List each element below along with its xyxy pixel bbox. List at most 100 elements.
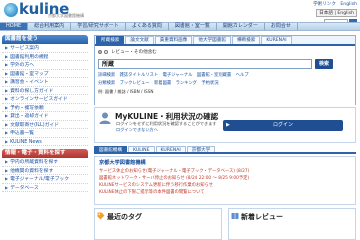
- radio-selected[interactable]: [98, 49, 102, 54]
- news-tab-kurenai[interactable]: KURENAI: [155, 146, 186, 153]
- search-input[interactable]: 所蔵: [98, 59, 312, 69]
- sidebar-item-label: サービス案内: [10, 46, 39, 51]
- tag-icon: [97, 212, 105, 220]
- arrow-icon: ▶: [5, 176, 9, 181]
- search-example: 例: 図書 / 雑誌 / ISBN / ISSN: [98, 89, 154, 94]
- sidebar-item-label: 申込書一覧: [10, 131, 35, 136]
- sidebar-item-howto[interactable]: ▶ 資料の探し方ガイド: [2, 86, 88, 95]
- sidebar-item-label: 電子ジャーナル/電子ブック: [10, 177, 70, 182]
- radio-option[interactable]: [104, 49, 109, 54]
- link-book-review[interactable]: ブックレビュー: [120, 81, 150, 86]
- sidebar-item-database[interactable]: ▶ データベース: [2, 183, 88, 192]
- new-reviews-box: 新着レビュー: [228, 208, 356, 240]
- sidebar-item-label: 予約・複写依頼: [10, 105, 44, 111]
- user-icon: [99, 112, 111, 124]
- nav-home[interactable]: HOME: [0, 23, 29, 30]
- arrow-icon: ▶: [5, 53, 9, 59]
- sidebar-item-loan[interactable]: ▶ 貸出・返却ガイド: [2, 112, 88, 121]
- tab-rare[interactable]: 貴重資料画像: [154, 36, 193, 44]
- arrow-icon: ▶: [5, 79, 9, 84]
- login-button[interactable]: ▶ ログイン: [223, 120, 343, 131]
- arrow-icon: ▶: [5, 62, 9, 67]
- global-nav: HOME 総合利用案内 学習/研究サポート よくある質問 図書館・室一覧 開館カ…: [0, 22, 360, 31]
- news-heading[interactable]: 京都大学図書館機構: [99, 159, 146, 166]
- tab-kurenai[interactable]: KURENAI: [261, 36, 292, 44]
- tab-articles[interactable]: 論文文献: [125, 36, 154, 44]
- sidebar-item-campus[interactable]: ▶ 学内の所蔵資料を探す: [2, 158, 88, 167]
- search-filter-links: 分類検索 ブックレビュー 新着図書 ランキング 予約状況: [98, 80, 222, 86]
- nav-calendar[interactable]: 開館カレンダー: [217, 23, 265, 30]
- tab-cross[interactable]: 横断検索: [231, 36, 261, 44]
- link-advanced-search[interactable]: 詳細検索: [98, 73, 115, 78]
- sidebar-item-label: 貸出・返却ガイド: [10, 114, 49, 119]
- arrow-right-icon: ▶: [226, 122, 230, 128]
- sidebar-item-ejournal[interactable]: ▶ 電子ジャーナル/電子ブック: [2, 175, 88, 184]
- arrow-icon: ▶: [5, 96, 9, 101]
- search-button[interactable]: 検索: [315, 59, 333, 69]
- header-links: 学術リンク English: [310, 1, 357, 7]
- sidebar-item-map[interactable]: ▶ 図書館・室マップ: [2, 69, 88, 78]
- logo-subtitle: 京都大学図書館機構: [48, 13, 84, 18]
- sidebar-item-other[interactable]: ▶ 他機関の資料を探す: [2, 166, 88, 175]
- link-ranking[interactable]: ランキング: [176, 81, 197, 86]
- sidebar-item-label: 資料の探し方ガイド: [10, 88, 54, 94]
- recent-tags-title: 最近のタグ: [107, 213, 142, 221]
- sidebar-item-label: 図書館利用の規程: [10, 54, 49, 60]
- sidebar-item-visitors[interactable]: ▶ 学外の方へ: [2, 61, 88, 70]
- arrow-icon: ▶: [5, 87, 9, 93]
- arrow-icon: ▶: [5, 70, 9, 76]
- sidebar-item-events[interactable]: ▶ 講習会・イベント: [2, 78, 88, 87]
- search-body: レビュー・その他含む 所蔵 検索 詳細検索 雑誌タイトルリスト 電子ジャーナル …: [95, 44, 355, 105]
- news-tab-organization[interactable]: 図書館機構: [94, 146, 127, 153]
- header-link-academic[interactable]: 学術リンク: [313, 2, 336, 7]
- news-tab-kuline[interactable]: KULINE: [127, 146, 155, 153]
- link-help[interactable]: ヘルプ: [236, 73, 249, 78]
- news-item[interactable]: サービス休止のお知らせ(電子ジャーナル・電子ブック・データベース) (8/27): [99, 168, 249, 174]
- sidebar-item-rules[interactable]: ▶ 図書館利用の規程: [2, 52, 88, 61]
- arrow-icon: ▶: [5, 167, 9, 173]
- header-link-english[interactable]: English: [340, 2, 357, 7]
- sidebar-item-ill[interactable]: ▶ 文献取寄せ(ILL)ガイド: [2, 120, 88, 129]
- sidebar-item-services[interactable]: ▶ サービス案内: [2, 44, 88, 53]
- nav-libraries[interactable]: 図書館・室一覧: [169, 23, 217, 30]
- search-tabs: 所蔵検索 論文文献 貴重資料画像 他大学図書館 横断検索 KURENAI: [95, 36, 355, 44]
- nav-contact[interactable]: お問合せ: [265, 23, 298, 30]
- sidebar-item-forms[interactable]: ▶ 申込書一覧: [2, 129, 88, 138]
- recent-tags-box: 最近のタグ: [94, 208, 222, 240]
- nav-guide[interactable]: 総合利用案内: [28, 23, 72, 30]
- nav-faq[interactable]: よくある質問: [126, 23, 169, 30]
- sidebar-item-reserve[interactable]: ▶ 予約・複写依頼: [2, 103, 88, 112]
- kuline-logo-icon[interactable]: [4, 3, 18, 17]
- arrow-icon: ▶: [5, 121, 9, 127]
- language-toggle[interactable]: 日本語 | English: [316, 9, 357, 17]
- link-reservation-status[interactable]: 予約状況: [201, 81, 218, 86]
- link-ejournal[interactable]: 電子ジャーナル: [163, 73, 193, 78]
- language-switch[interactable]: 日本語 | English: [310, 9, 357, 17]
- search-panel: 所蔵検索 論文文献 貴重資料画像 他大学図書館 横断検索 KURENAI レビュ…: [94, 35, 356, 105]
- cannot-login-link[interactable]: ログインできない方へ: [116, 127, 158, 133]
- arrow-icon: ▶: [5, 130, 9, 135]
- sidebar-item-label: 他機関の資料を探す: [10, 168, 54, 174]
- link-classification[interactable]: 分類検索: [98, 81, 115, 86]
- arrow-icon: ▶: [5, 104, 9, 110]
- sidebar-item-online[interactable]: ▶ オンラインサービスガイド: [2, 95, 88, 104]
- news-item[interactable]: 図書館ネットワーク・サーバ停止のお知らせ (8/24 22:00 〜 8/25 …: [99, 175, 249, 181]
- tab-holdings[interactable]: 所蔵検索: [96, 36, 125, 44]
- sidebar-item-label: KULINE News: [10, 139, 42, 145]
- search-detail-links: 詳細検索 雑誌タイトルリスト 電子ジャーナル 図書館・室別蔵書 ヘルプ: [98, 72, 252, 78]
- search-options: レビュー・その他含む: [98, 49, 157, 55]
- link-library-holdings[interactable]: 図書館・室別蔵書: [197, 73, 231, 78]
- sidebar-item-label: オンラインサービスガイド: [10, 97, 68, 102]
- news-item[interactable]: KULINEサービスのシステム更新に伴う移行作業のお知らせ: [99, 182, 213, 188]
- link-journal-list[interactable]: 雑誌タイトルリスト: [120, 73, 159, 78]
- news-tabs: 図書館機構 KULINE KURENAI 京都大学: [94, 146, 356, 154]
- tab-other-univ[interactable]: 他大学図書館: [193, 36, 231, 44]
- arrow-icon: ▶: [5, 45, 9, 50]
- sidebar-section-search: 情報・電子・資料を探す: [2, 149, 88, 158]
- nav-support[interactable]: 学習/研究サポート: [71, 23, 126, 30]
- news-tab-univ[interactable]: 京都大学: [186, 146, 216, 153]
- sidebar-item-news[interactable]: ▶ KULINE News: [2, 137, 88, 146]
- link-new-books[interactable]: 新着図書: [154, 81, 171, 86]
- news-item[interactable]: KULINE休止の下限ご提示等の本件図書の閲覧について: [99, 189, 205, 195]
- sidebar-item-label: データベース: [10, 185, 39, 191]
